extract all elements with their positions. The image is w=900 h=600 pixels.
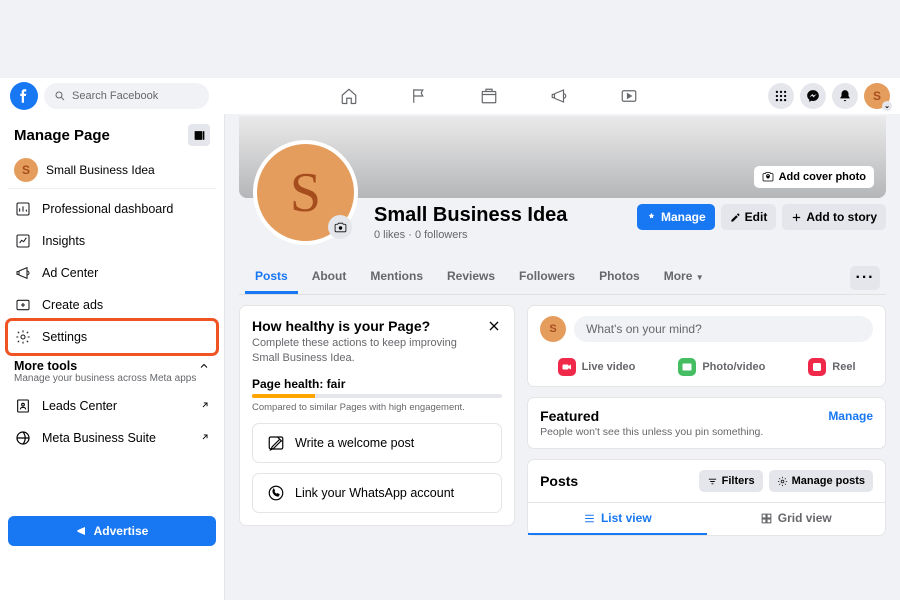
video-icon [558,358,576,376]
watch-icon[interactable] [609,81,649,111]
menu-grid-icon[interactable] [768,83,794,109]
close-icon[interactable] [486,318,502,339]
sidebar-more-tools[interactable]: More tools Manage your business across M… [8,353,216,390]
sidebar-item-dashboard[interactable]: Professional dashboard [8,193,216,225]
chevron-up-icon [198,360,210,372]
page-stats: 0 likes · 0 followers [374,229,567,241]
composer-card: S What's on your mind? Live video Photo/… [527,305,886,387]
flag-icon[interactable] [399,81,439,111]
account-avatar[interactable]: S⌄ [864,83,890,109]
sidebar-tool-icon[interactable] [188,124,210,146]
posts-card: Posts Filters Manage posts List view Gri… [527,459,886,536]
reel-option[interactable]: Reel [808,358,855,376]
camera-icon[interactable] [328,215,352,239]
grid-view-tab[interactable]: Grid view [707,503,885,535]
manage-button[interactable]: Manage [637,204,715,230]
live-video-option[interactable]: Live video [558,358,636,376]
leads-icon [14,398,32,414]
health-bar [252,394,502,398]
sidebar-item-create-ads[interactable]: Create ads [8,289,216,321]
welcome-post-action[interactable]: Write a welcome post [252,423,502,463]
external-icon [200,399,210,413]
edit-button[interactable]: Edit [721,204,777,230]
sidebar-title: Manage Page [14,127,110,144]
external-icon [200,431,210,445]
manage-posts-button[interactable]: Manage posts [769,470,873,492]
create-ads-icon [14,297,32,313]
tab-more[interactable]: More ▼ [654,261,714,294]
insights-icon [14,233,32,249]
featured-card: FeaturedManage People won't see this unl… [527,397,886,449]
page-avatar[interactable]: S [253,140,358,245]
tab-followers[interactable]: Followers [509,261,585,294]
gear-icon [14,329,32,345]
chevron-down-icon: ⌄ [882,101,892,111]
sidebar-item-insights[interactable]: Insights [8,225,216,257]
add-cover-button[interactable]: Add cover photo [754,166,874,188]
featured-manage-link[interactable]: Manage [828,409,873,423]
megaphone-icon[interactable] [539,81,579,111]
sidebar-leads-center[interactable]: Leads Center [8,390,216,422]
photo-video-option[interactable]: Photo/video [678,358,765,376]
tab-photos[interactable]: Photos [589,261,650,294]
composer-input[interactable]: What's on your mind? [574,316,873,342]
sidebar-page-link[interactable]: S Small Business Idea [8,152,216,189]
filters-button[interactable]: Filters [699,470,763,492]
list-view-tab[interactable]: List view [528,503,706,535]
notifications-icon[interactable] [832,83,858,109]
advertise-button[interactable]: Advertise [8,516,216,546]
home-icon[interactable] [329,81,369,111]
sidebar-item-settings[interactable]: Settings [8,321,216,353]
page-health-card: How healthy is your Page? Complete these… [239,305,515,526]
dashboard-icon [14,201,32,217]
add-story-button[interactable]: Add to story [782,204,886,230]
search-input[interactable]: Search Facebook [44,83,209,109]
sidebar-item-ad-center[interactable]: Ad Center [8,257,216,289]
facebook-logo[interactable] [10,82,38,110]
page-tabs: Posts About Mentions Reviews Followers P… [245,261,714,294]
page-avatar-icon: S [14,158,38,182]
tab-reviews[interactable]: Reviews [437,261,505,294]
tab-mentions[interactable]: Mentions [360,261,433,294]
reel-icon [808,358,826,376]
whatsapp-action[interactable]: Link your WhatsApp account [252,473,502,513]
marketplace-icon[interactable] [469,81,509,111]
ad-center-icon [14,265,32,281]
sidebar-meta-suite[interactable]: Meta Business Suite [8,422,216,454]
photo-icon [678,358,696,376]
composer-avatar: S [540,316,566,342]
sidebar: Manage Page S Small Business Idea Profes… [0,114,225,600]
tab-about[interactable]: About [302,261,357,294]
topbar: Search Facebook S⌄ [0,78,900,114]
page-title: Small Business Idea [374,204,567,227]
meta-icon [14,430,32,446]
tab-posts[interactable]: Posts [245,261,298,294]
more-options-button[interactable]: ··· [850,266,880,290]
messenger-icon[interactable] [800,83,826,109]
